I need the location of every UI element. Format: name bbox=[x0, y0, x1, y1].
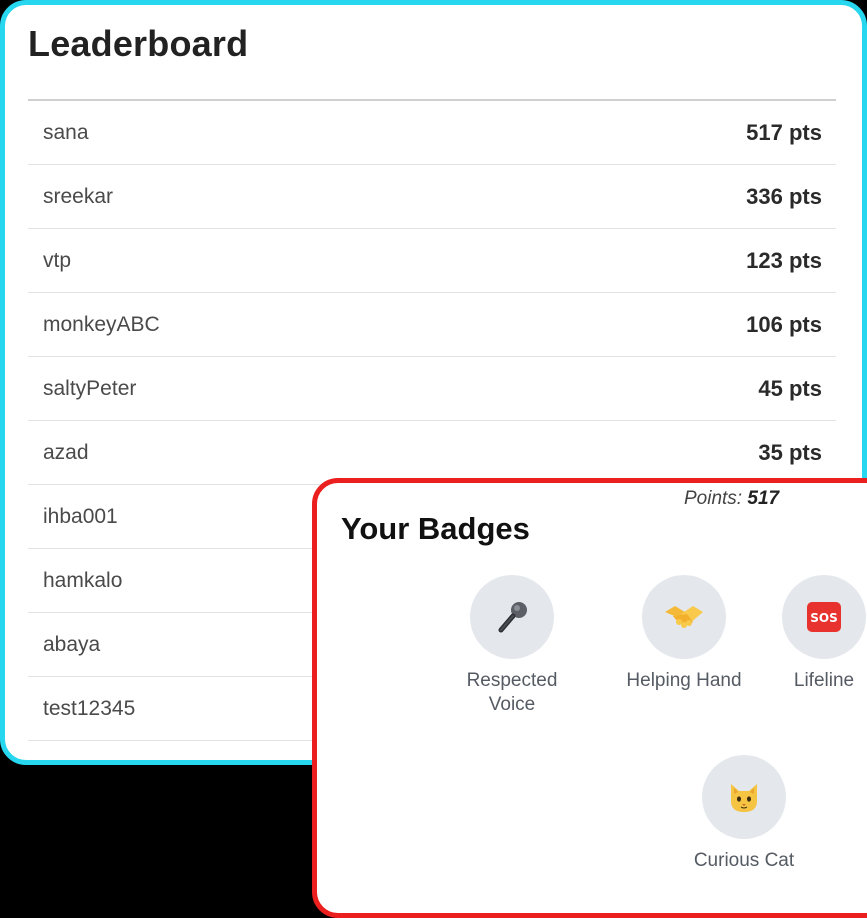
leaderboard-row: azad 35 pts bbox=[28, 421, 836, 485]
badges-title: Your Badges bbox=[341, 511, 530, 546]
leaderboard-row: sana 517 pts bbox=[28, 101, 836, 165]
leaderboard-points: 106 pts bbox=[746, 312, 822, 337]
leaderboard-points: 45 pts bbox=[758, 376, 822, 401]
badge-icon-circle: SOS bbox=[782, 575, 866, 659]
leaderboard-username: hamkalo bbox=[43, 569, 123, 592]
badge-label: Respected Voice bbox=[466, 670, 558, 715]
badge-helping-hand[interactable]: Helping Hand bbox=[609, 575, 759, 693]
leaderboard-username: sreekar bbox=[43, 185, 114, 208]
badge-icon-circle bbox=[470, 575, 554, 659]
points-summary: Points: 517 bbox=[684, 488, 779, 510]
microphone-icon bbox=[492, 597, 532, 637]
cat-face-icon bbox=[726, 779, 762, 815]
leaderboard-row: vtp 123 pts bbox=[28, 229, 836, 293]
badge-label: Helping Hand bbox=[626, 670, 742, 691]
leaderboard-username: monkeyABC bbox=[43, 313, 160, 336]
badge-respected-voice[interactable]: Respected Voice bbox=[437, 575, 587, 717]
badge-lifeline[interactable]: SOS Lifeline bbox=[749, 575, 867, 693]
handshake-icon bbox=[663, 600, 705, 634]
leaderboard-points: 517 pts bbox=[746, 120, 822, 145]
badges-card: Points: 517 Your Badges Respected Voice bbox=[312, 478, 867, 918]
points-value: 517 bbox=[747, 488, 780, 509]
leaderboard-username: ihba001 bbox=[43, 505, 118, 528]
leaderboard-row: monkeyABC 106 pts bbox=[28, 293, 836, 357]
leaderboard-title: Leaderboard bbox=[28, 23, 249, 64]
leaderboard-points: 35 pts bbox=[758, 440, 822, 465]
badge-icon-circle bbox=[642, 575, 726, 659]
leaderboard-points: 123 pts bbox=[746, 248, 822, 273]
svg-text:SOS: SOS bbox=[810, 611, 838, 625]
leaderboard-username: test12345 bbox=[43, 697, 136, 720]
leaderboard-row: saltyPeter 45 pts bbox=[28, 357, 836, 421]
leaderboard-username: azad bbox=[43, 441, 89, 464]
leaderboard-username: sana bbox=[43, 121, 89, 144]
badge-label: Lifeline bbox=[793, 670, 855, 691]
badge-curious-cat[interactable]: Curious Cat bbox=[669, 755, 819, 873]
badge-icon-circle bbox=[702, 755, 786, 839]
leaderboard-points: 336 pts bbox=[746, 184, 822, 209]
leaderboard-row: sreekar 336 pts bbox=[28, 165, 836, 229]
leaderboard-username: vtp bbox=[43, 249, 72, 272]
badge-label: Curious Cat bbox=[693, 850, 795, 871]
points-label: Points: bbox=[684, 488, 743, 509]
leaderboard-username: abaya bbox=[43, 633, 101, 656]
sos-icon: SOS bbox=[806, 601, 842, 633]
leaderboard-username: saltyPeter bbox=[43, 377, 137, 400]
